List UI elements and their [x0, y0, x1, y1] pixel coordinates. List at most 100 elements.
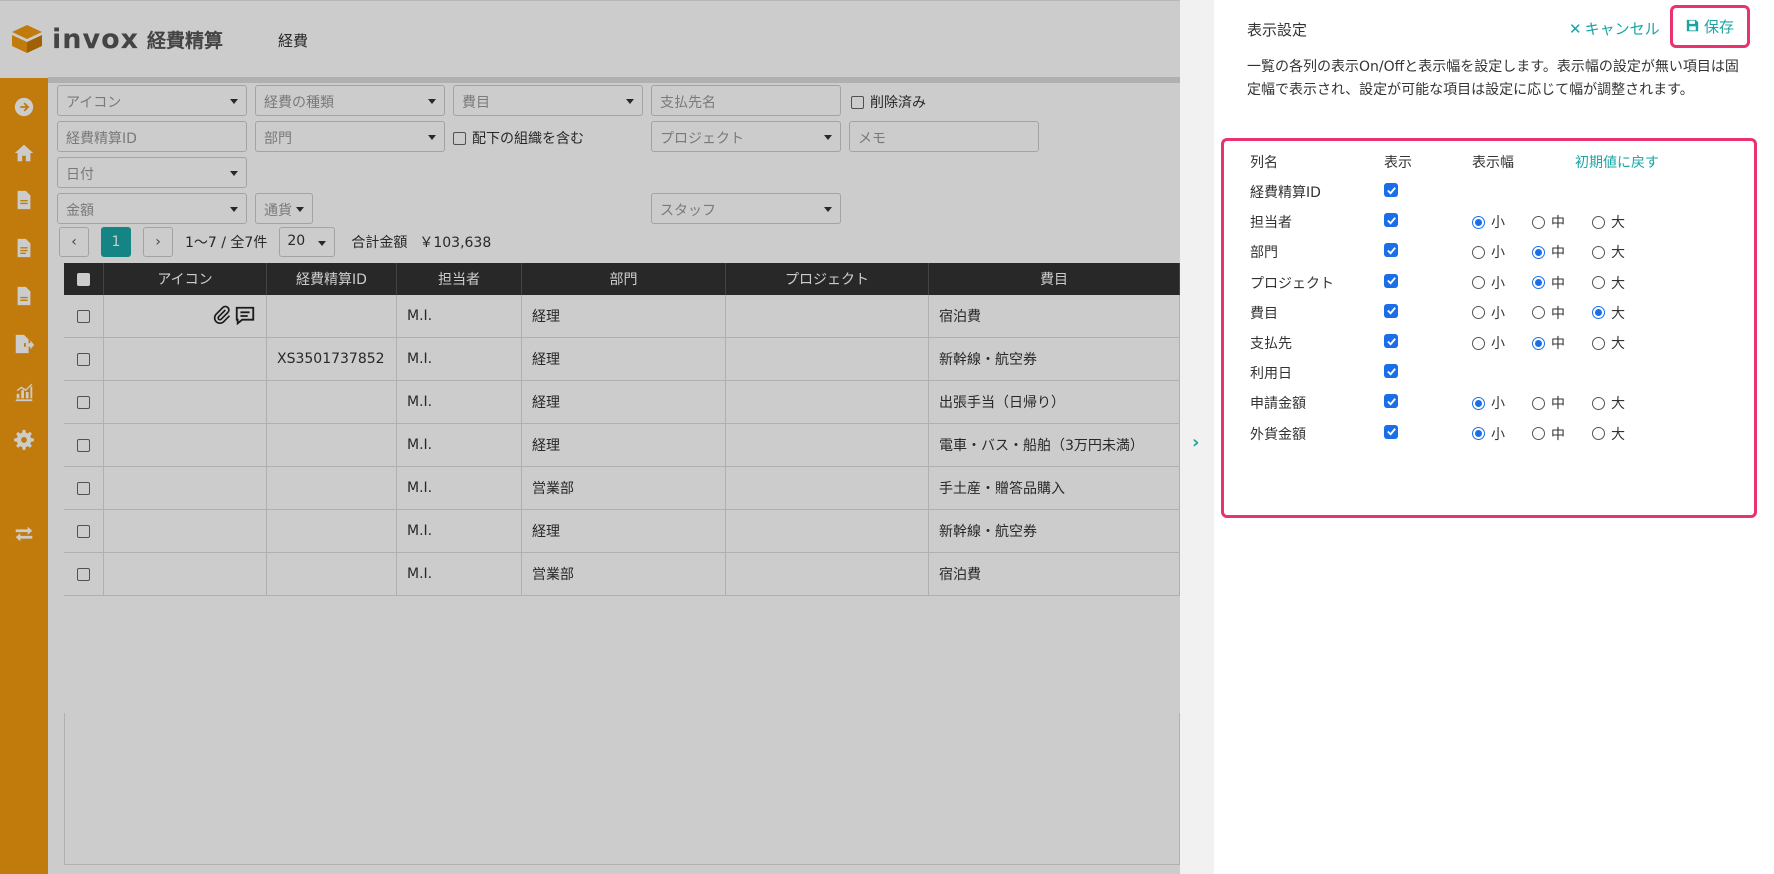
width-option[interactable]: 大	[1592, 273, 1634, 293]
width-option-label: 中	[1551, 336, 1565, 352]
checkmark-icon[interactable]	[1384, 303, 1398, 318]
checkmark-icon[interactable]	[1384, 273, 1398, 288]
radio-button[interactable]	[1472, 215, 1485, 229]
radio-button[interactable]	[1592, 427, 1605, 441]
radio-button[interactable]	[1592, 276, 1605, 290]
checkmark-icon[interactable]	[1384, 364, 1398, 379]
radio-button[interactable]	[1532, 427, 1545, 441]
setting-column-name: 部門	[1250, 245, 1278, 262]
radio-button[interactable]	[1592, 215, 1605, 229]
width-option[interactable]: 小	[1472, 393, 1514, 413]
show-checkbox[interactable]	[1384, 334, 1398, 351]
checkmark-icon[interactable]	[1384, 243, 1398, 258]
show-checkbox[interactable]	[1384, 364, 1398, 381]
settings-row: 担当者 小 中 大	[1250, 204, 1750, 238]
width-option[interactable]: 大	[1592, 303, 1634, 323]
width-option[interactable]: 小	[1472, 273, 1514, 293]
width-option-label: 大	[1611, 305, 1625, 322]
chevron-right-icon[interactable]: ›	[1192, 432, 1199, 453]
width-option[interactable]: 小	[1472, 333, 1514, 353]
width-option-label: 小	[1491, 215, 1505, 232]
floppy-disk-icon	[1686, 18, 1699, 36]
header-width: 表示幅	[1472, 155, 1514, 171]
radio-button[interactable]	[1592, 336, 1605, 350]
panel-description: 一覧の各列の表示On/Offと表示幅を設定します。表示幅の設定が無い項目は固定幅…	[1247, 59, 1739, 98]
width-option[interactable]: 中	[1532, 303, 1574, 323]
checkmark-icon[interactable]	[1384, 424, 1398, 439]
width-option[interactable]: 小	[1472, 424, 1514, 444]
show-checkbox[interactable]	[1384, 243, 1398, 260]
width-option[interactable]: 中	[1532, 333, 1574, 353]
radio-button[interactable]	[1532, 245, 1545, 259]
width-option-label: 大	[1611, 336, 1625, 352]
radio-button[interactable]	[1532, 396, 1545, 410]
checkmark-icon[interactable]	[1384, 394, 1398, 409]
radio-button[interactable]	[1532, 336, 1545, 350]
radio-button[interactable]	[1472, 336, 1485, 350]
radio-button[interactable]	[1472, 427, 1485, 441]
width-option[interactable]: 中	[1532, 242, 1574, 262]
settings-row: 部門 小 中 大	[1250, 234, 1750, 268]
width-option-label: 小	[1491, 426, 1505, 443]
radio-button[interactable]	[1532, 306, 1545, 320]
settings-row: 支払先 小 中 大	[1250, 325, 1750, 359]
width-option[interactable]: 中	[1532, 273, 1574, 293]
show-checkbox[interactable]	[1384, 273, 1398, 291]
app-background: invox 経費精算 経費 アイコン 経費の種類 費目 支払先名 削除済み 経費…	[0, 0, 1180, 874]
width-radio-group: 小中 大	[1472, 273, 1634, 293]
width-option[interactable]: 中	[1532, 393, 1574, 413]
width-option-label: 中	[1551, 426, 1565, 443]
settings-row: 外貨金額 小 中 大	[1250, 416, 1750, 450]
reset-defaults-link[interactable]: 初期値に戻す	[1575, 152, 1659, 172]
width-option[interactable]: 小	[1472, 303, 1514, 323]
modal-overlay[interactable]	[0, 0, 1180, 874]
settings-row: 申請金額 小 中 大	[1250, 385, 1750, 419]
settings-row: プロジェクト 小 中 大	[1250, 265, 1750, 299]
width-option[interactable]: 大	[1592, 393, 1634, 413]
show-checkbox[interactable]	[1384, 183, 1398, 200]
width-option[interactable]: 小	[1472, 212, 1514, 232]
show-checkbox[interactable]	[1384, 424, 1398, 442]
radio-button[interactable]	[1592, 306, 1605, 320]
width-option-label: 大	[1611, 215, 1625, 232]
radio-button[interactable]	[1472, 306, 1485, 320]
width-option[interactable]: 中	[1532, 424, 1574, 444]
radio-button[interactable]	[1532, 276, 1545, 290]
radio-button[interactable]	[1592, 245, 1605, 259]
save-button[interactable]: 保存	[1670, 5, 1750, 48]
width-option-label: 小	[1491, 336, 1505, 352]
settings-row: 費目 小 中 大	[1250, 295, 1750, 329]
width-option-label: 中	[1551, 305, 1565, 322]
checkmark-icon[interactable]	[1384, 334, 1398, 348]
width-option[interactable]: 中	[1532, 212, 1574, 232]
radio-button[interactable]	[1592, 396, 1605, 410]
panel-collapse-strip[interactable]: ›	[1180, 0, 1214, 874]
setting-column-name: 費目	[1250, 305, 1278, 322]
width-option-label: 大	[1611, 426, 1625, 443]
checkmark-icon[interactable]	[1384, 183, 1398, 197]
radio-button[interactable]	[1532, 215, 1545, 229]
show-checkbox[interactable]	[1384, 213, 1398, 230]
settings-row: 利用日	[1250, 355, 1750, 389]
setting-column-name: プロジェクト	[1250, 275, 1334, 292]
cancel-button[interactable]: ✕ キャンセル	[1569, 18, 1660, 39]
width-option-label: 大	[1611, 275, 1625, 292]
cancel-label: キャンセル	[1584, 20, 1660, 38]
checkmark-icon[interactable]	[1384, 213, 1398, 228]
width-option[interactable]: 大	[1592, 333, 1634, 353]
show-checkbox[interactable]	[1384, 394, 1398, 411]
column-settings-box: 列名 表示 表示幅 初期値に戻す 経費精算ID 担当者小中大部門小中大プロジェクト…	[1221, 138, 1757, 518]
radio-button[interactable]	[1472, 245, 1485, 259]
width-option[interactable]: 大	[1592, 424, 1634, 444]
setting-column-name: 経費精算ID	[1250, 185, 1321, 201]
setting-column-name: 申請金額	[1250, 396, 1306, 413]
settings-row: 経費精算ID	[1250, 174, 1750, 208]
width-option[interactable]: 大	[1592, 212, 1634, 232]
setting-column-name: 外貨金額	[1250, 426, 1306, 443]
radio-button[interactable]	[1472, 396, 1485, 410]
radio-button[interactable]	[1472, 276, 1485, 290]
show-checkbox[interactable]	[1384, 303, 1398, 321]
width-option[interactable]: 小	[1472, 242, 1514, 262]
width-option[interactable]: 大	[1592, 242, 1634, 262]
width-option-label: 小	[1491, 396, 1505, 413]
